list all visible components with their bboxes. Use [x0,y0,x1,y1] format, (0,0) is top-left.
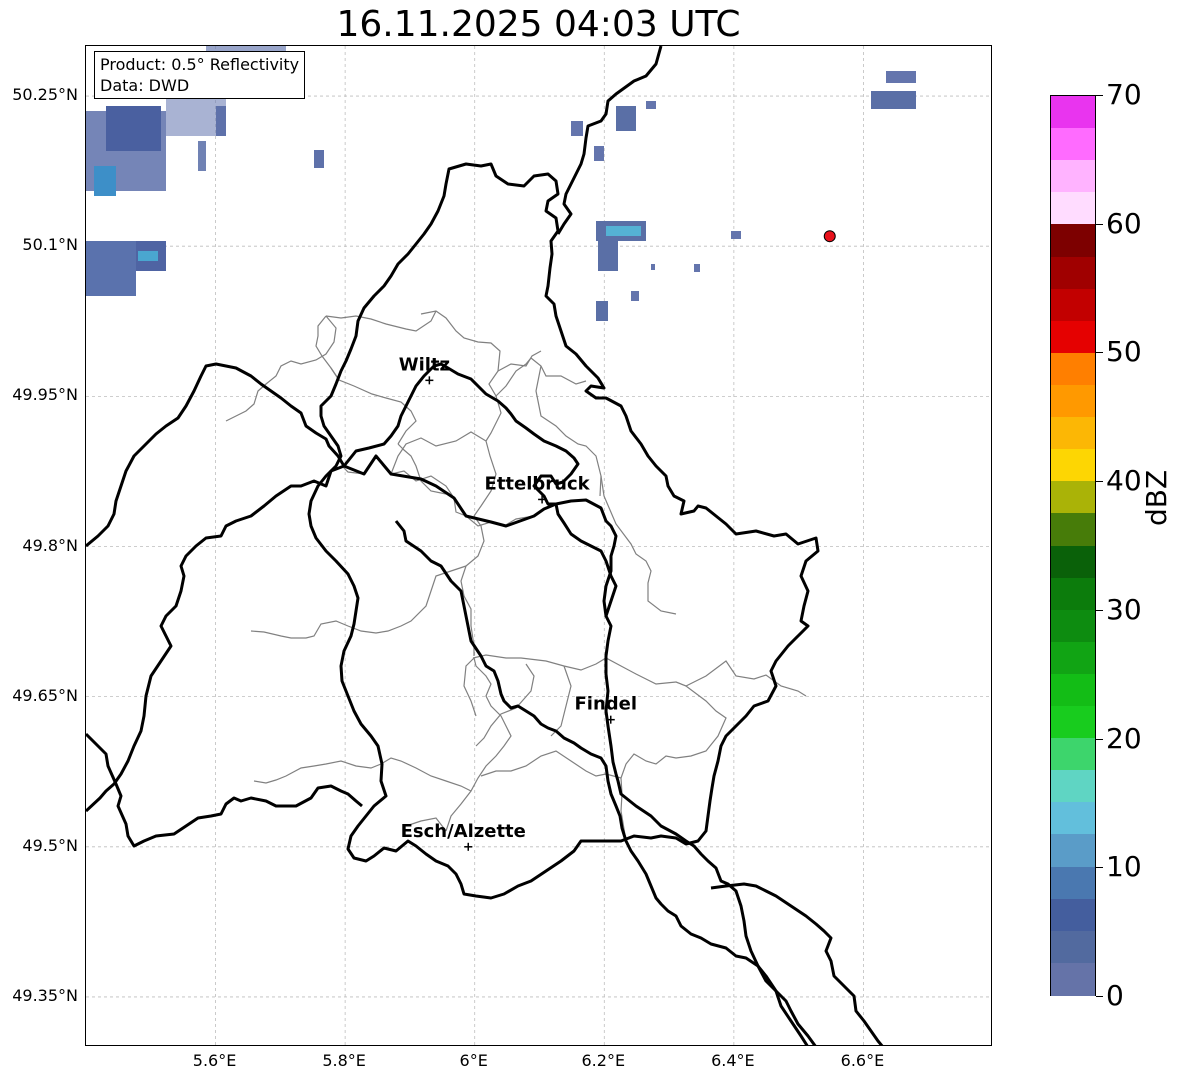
luxembourg-border [86,46,884,1045]
lat-tick-label: 49.35°N [12,985,78,1005]
colorbar-segment [1051,641,1095,675]
colorbar-segment [1051,224,1095,258]
colorbar-tick-label: 0 [1106,979,1124,1012]
product-label: Product: 0.5° Reflectivity [100,55,300,74]
lon-tick-label: 5.8°E [322,1051,366,1070]
colorbar-segment [1051,802,1095,836]
lat-tick-label: 49.8°N [22,535,78,555]
country-borders [86,362,817,1045]
colorbar-segment [1051,930,1095,964]
colorbar [1050,95,1096,996]
lat-tick-label: 50.1°N [22,235,78,255]
city-markers: Wiltz Ettelbruck Findel Esch/Alzette [399,354,637,851]
colorbar-tick-label: 70 [1106,78,1142,111]
colorbar-segment [1051,352,1095,386]
colorbar-segment [1051,962,1095,996]
colorbar-segment [1051,256,1095,290]
colorbar-tick-label: 40 [1106,464,1142,498]
colorbar-segment [1051,898,1095,932]
product-info-box: Product: 0.5° Reflectivity Data: DWD [94,51,306,99]
colorbar-tick-mark [1096,223,1103,225]
city-marker: Esch/Alzette [401,821,526,851]
lat-tick-label: 50.25°N [12,85,78,105]
colorbar-segment [1051,160,1095,193]
map-title: 16.11.2025 04:03 UTC [336,4,741,45]
colorbar-tick-mark [1096,738,1103,740]
colorbar-segment [1051,449,1095,482]
colorbar-segment [1051,481,1095,514]
city-marker: Ettelbruck [485,473,591,504]
map-canvas: Wiltz Ettelbruck Findel Esch/Alzette [86,46,991,1045]
colorbar-segment [1051,320,1095,354]
colorbar-segment [1051,192,1095,226]
radar-map[interactable]: Wiltz Ettelbruck Findel Esch/Alzette [85,45,992,1046]
city-label: Ettelbruck [485,473,591,494]
lon-tick-label: 6.4°E [711,1051,755,1070]
colorbar-segment [1051,513,1095,547]
colorbar-segment [1051,706,1095,739]
colorbar-segment [1051,866,1095,900]
map-gridlines [86,46,991,1045]
colorbar-segment [1051,288,1095,322]
lon-tick-label: 6°E [459,1051,488,1070]
colorbar-tick-label: 60 [1106,206,1142,240]
colorbar-tick-mark [1096,867,1103,869]
colorbar-tick-mark [1096,481,1103,483]
colorbar-tick-label: 20 [1106,721,1142,755]
lat-tick-label: 49.65°N [12,685,78,705]
lon-tick-label: 5.6°E [192,1051,237,1070]
colorbar-segment [1051,770,1095,803]
colorbar-segment [1051,609,1095,643]
colorbar-segment [1051,384,1095,418]
city-label: Findel [574,694,637,715]
colorbar-tick-mark [1096,95,1103,96]
colorbar-tick-label: 10 [1106,850,1142,884]
city-label: Wiltz [399,354,450,375]
colorbar-segment [1051,834,1095,868]
data-source-label: Data: DWD [100,76,190,95]
lat-tick-label: 49.5°N [22,835,78,855]
radar-site-marker[interactable] [823,230,836,243]
lat-tick-label: 49.95°N [12,385,78,405]
colorbar-label: dBZ [1140,469,1173,526]
colorbar-tick-mark [1096,996,1103,997]
colorbar-segment [1051,673,1095,707]
colorbar-tick-mark [1096,609,1103,611]
colorbar-tick-label: 30 [1106,592,1142,626]
colorbar-segment [1051,738,1095,771]
colorbar-segment [1051,577,1095,611]
colorbar-segment [1051,545,1095,579]
colorbar-tick-label: 50 [1106,335,1142,369]
city-label: Esch/Alzette [401,821,526,842]
colorbar-tick-mark [1096,352,1103,354]
colorbar-segment [1051,128,1095,161]
colorbar-segment [1051,96,1095,129]
colorbar-segment [1051,417,1095,450]
lon-tick-label: 6.6°E [840,1051,885,1070]
lon-tick-label: 6.2°E [581,1051,626,1070]
city-marker: Wiltz [399,354,450,385]
